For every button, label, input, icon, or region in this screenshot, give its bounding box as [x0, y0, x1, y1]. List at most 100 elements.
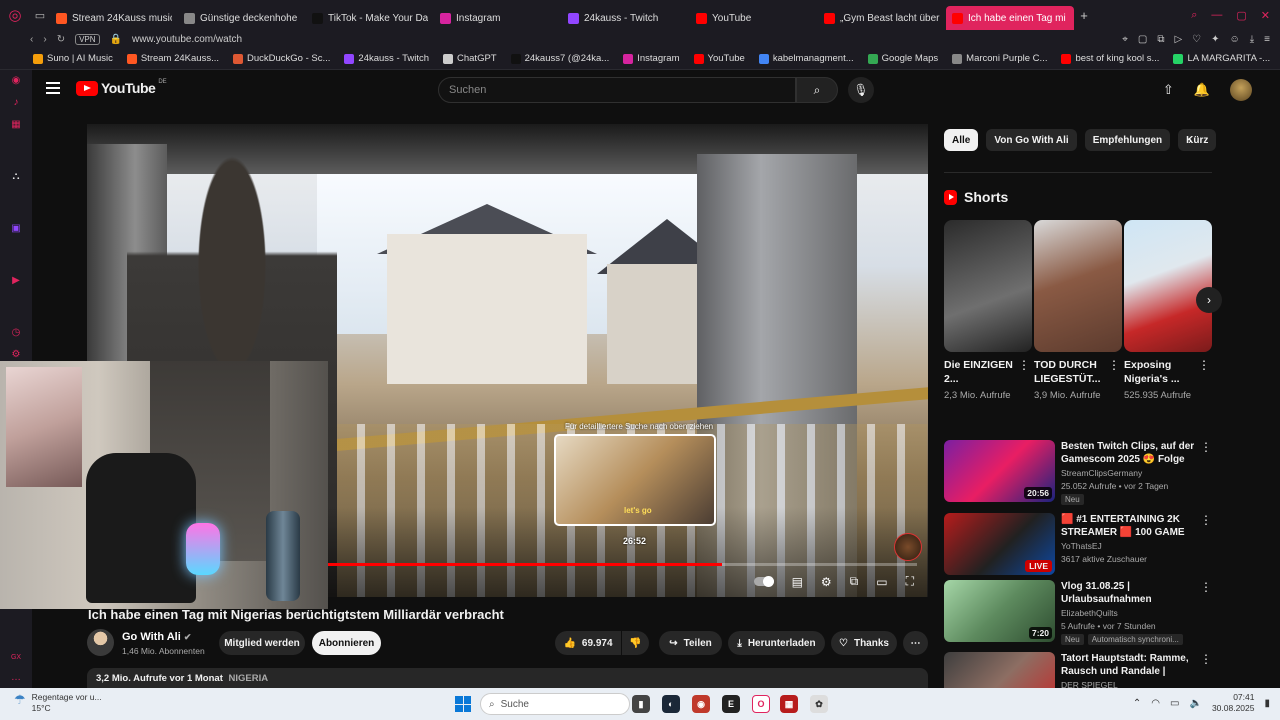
recommended-video[interactable]: 7:20 Vlog 31.08.25 | Urlaubsaufnahmen Eliz… — [944, 580, 1214, 645]
guide-menu-icon[interactable] — [46, 82, 60, 94]
minimize-icon[interactable]: — — [1211, 9, 1222, 22]
maximize-icon[interactable]: ▢ — [1236, 9, 1246, 22]
channel-avatar[interactable] — [87, 629, 114, 656]
short-title[interactable]: Exposing Nigeria's ... — [1124, 358, 1198, 386]
short-title[interactable]: Die EINZIGEN 2... — [944, 358, 1018, 386]
autoplay-toggle[interactable] — [753, 576, 774, 587]
bookmark-item[interactable]: LA MARGARITA -... — [1173, 53, 1270, 64]
bookmark-item[interactable]: Suno | AI Music — [33, 53, 113, 64]
recommended-thumbnail[interactable]: 7:20 — [944, 580, 1055, 642]
chips-next-icon[interactable]: › — [1188, 133, 1192, 147]
recommended-title[interactable]: Tatort Hauptstadt: Ramme, Rausch und Ran… — [1061, 652, 1201, 678]
recommended-thumbnail[interactable] — [944, 652, 1055, 688]
workspaces-icon[interactable]: ▭ — [30, 0, 50, 30]
ai-icon[interactable]: ⛬ — [10, 171, 22, 183]
browser-tab[interactable]: Günstige deckenhohe Sc — [178, 6, 306, 30]
channel-name[interactable]: Go With Ali ✔ — [122, 631, 191, 643]
recommended-channel[interactable]: DER SPIEGEL — [1061, 680, 1118, 688]
join-button[interactable]: Mitglied werden — [219, 631, 305, 655]
download-button[interactable]: ⤓ Herunterladen — [728, 631, 825, 655]
app-grid-icon[interactable]: ▦ — [780, 695, 798, 713]
channel-watermark[interactable] — [894, 533, 922, 561]
new-tab-button[interactable]: + — [1074, 3, 1094, 27]
bookmark-item[interactable]: Instagram — [623, 53, 680, 64]
task-view-icon[interactable]: ▮ — [632, 695, 650, 713]
clock[interactable]: 07:41 30.08.2025 — [1212, 692, 1255, 714]
vpn-badge[interactable]: VPN — [75, 33, 100, 45]
short-menu-icon[interactable]: ⋮ — [1198, 358, 1210, 372]
recommended-menu-icon[interactable]: ⋮ — [1200, 513, 1212, 527]
like-button[interactable]: 👍 69.974 — [555, 631, 621, 655]
subscribe-button[interactable]: Abonnieren — [312, 631, 381, 655]
upload-icon[interactable]: ⇧ — [1163, 82, 1174, 98]
short-thumbnail[interactable] — [944, 220, 1032, 352]
bookmark-item[interactable]: DuckDuckGo - Sc... — [233, 53, 330, 64]
short-menu-icon[interactable]: ⋮ — [1018, 358, 1030, 372]
account-avatar[interactable] — [1230, 79, 1252, 101]
recommended-menu-icon[interactable]: ⋮ — [1200, 652, 1212, 666]
fullscreen-icon[interactable]: ⛶ — [906, 574, 914, 589]
url-field[interactable]: www.youtube.com/watch — [132, 34, 242, 45]
recommended-video[interactable]: LIVE 🟥 #1 ENTERTAINING 2K STREAMER 🟥 100 … — [944, 513, 1214, 577]
recommended-title[interactable]: Vlog 31.08.25 | Urlaubsaufnahmen — [1061, 580, 1201, 606]
filter-chip[interactable]: Kürz — [1178, 129, 1217, 151]
menu-icon[interactable]: ≡ — [1264, 34, 1270, 45]
twitch-icon[interactable]: ▣ — [10, 223, 22, 235]
app-red-icon[interactable]: ◉ — [692, 695, 710, 713]
filter-chip[interactable]: Empfehlungen — [1084, 129, 1171, 151]
tray-chevron-icon[interactable]: ⌃ — [1133, 698, 1141, 709]
bookmark-item[interactable]: 24kauss7 (@24ka... — [510, 53, 609, 64]
recommended-video[interactable]: 20:56 Besten Twitch Clips, auf der Gamesc… — [944, 440, 1214, 505]
search-tabs-icon[interactable]: ⌕ — [1191, 9, 1197, 22]
reload-icon[interactable]: ↻ — [57, 34, 65, 45]
snapshot-icon[interactable]: ▢ — [1138, 34, 1147, 45]
settings-gear-icon[interactable]: ⚙ — [821, 575, 832, 589]
recommended-thumbnail[interactable]: 20:56 — [944, 440, 1055, 502]
wifi-icon[interactable]: ◠ — [1151, 698, 1160, 709]
recommended-menu-icon[interactable]: ⋮ — [1200, 440, 1212, 454]
share-button[interactable]: ↪ Teilen — [659, 631, 722, 655]
player-icon[interactable]: ▷ — [1174, 34, 1182, 45]
forward-icon[interactable]: › — [43, 34, 46, 45]
display-icon[interactable]: ▭ — [1170, 698, 1179, 709]
filter-chip[interactable]: Alle — [944, 129, 979, 151]
search-input[interactable]: Suchen — [438, 77, 796, 103]
profile-icon[interactable]: ☺ — [1230, 34, 1240, 45]
bookmark-item[interactable]: Marconi Purple C... — [952, 53, 1047, 64]
browser-tab[interactable]: Instagram — [434, 6, 562, 30]
start-button[interactable] — [455, 696, 471, 712]
bookmark-item[interactable]: 24kauss - Twitch — [344, 53, 429, 64]
recommended-video[interactable]: Tatort Hauptstadt: Ramme, Rausch und Ran… — [944, 652, 1214, 688]
hashtag[interactable]: NIGERIA — [229, 673, 269, 684]
heart-icon[interactable]: ♡ — [1192, 34, 1201, 45]
short-card[interactable]: Exposing Nigeria's ... 525.935 Aufrufe ⋮ — [1124, 220, 1212, 402]
pin-icon[interactable]: ⌖ — [1122, 34, 1128, 45]
browser-tab[interactable]: YouTube — [690, 6, 818, 30]
short-menu-icon[interactable]: ⋮ — [1108, 358, 1120, 372]
theater-mode-icon[interactable]: ▭ — [876, 575, 887, 589]
short-title[interactable]: TOD DURCH LIEGESTÜT... — [1034, 358, 1108, 386]
settings-icon[interactable]: ⚙ — [10, 349, 22, 361]
opera-logo-icon[interactable]: ◎ — [0, 0, 30, 30]
bookmark-item[interactable]: ChatGPT — [443, 53, 497, 64]
recommended-channel[interactable]: StreamClipsGermany — [1061, 468, 1142, 478]
search-button[interactable]: ⌕ — [796, 77, 838, 103]
back-icon[interactable]: ‹ — [30, 34, 33, 45]
gx-icon[interactable]: GX — [10, 652, 22, 664]
browser-tab[interactable]: „Gym Beast lacht über Ar — [818, 6, 946, 30]
browser-tab[interactable]: Ich habe einen Tag mi — [946, 6, 1074, 30]
progress-bar[interactable] — [327, 563, 917, 566]
close-icon[interactable]: ✕ — [1261, 9, 1270, 22]
settings-app-icon[interactable]: ✿ — [810, 695, 828, 713]
filter-chip[interactable]: Von Go With Ali — [986, 129, 1077, 151]
aria-icon[interactable]: ◉ — [10, 75, 22, 87]
player-sidebar-icon[interactable]: ▶ — [10, 275, 22, 287]
channel-name-text[interactable]: Go With Ali — [122, 631, 181, 643]
browser-tab[interactable]: Stream 24Kauss music | L — [50, 6, 178, 30]
description-box[interactable]: 3,2 Mio. Aufrufe vor 1 Monat NIGERIA — [87, 668, 928, 688]
short-thumbnail[interactable] — [1034, 220, 1122, 352]
history-icon[interactable]: ◷ — [10, 327, 22, 339]
taskbar-search[interactable]: ⌕ Suche — [480, 693, 630, 715]
youtube-logo[interactable]: YouTube DE — [76, 79, 167, 96]
recommended-title[interactable]: Besten Twitch Clips, auf der Gamescom 20… — [1061, 440, 1201, 466]
